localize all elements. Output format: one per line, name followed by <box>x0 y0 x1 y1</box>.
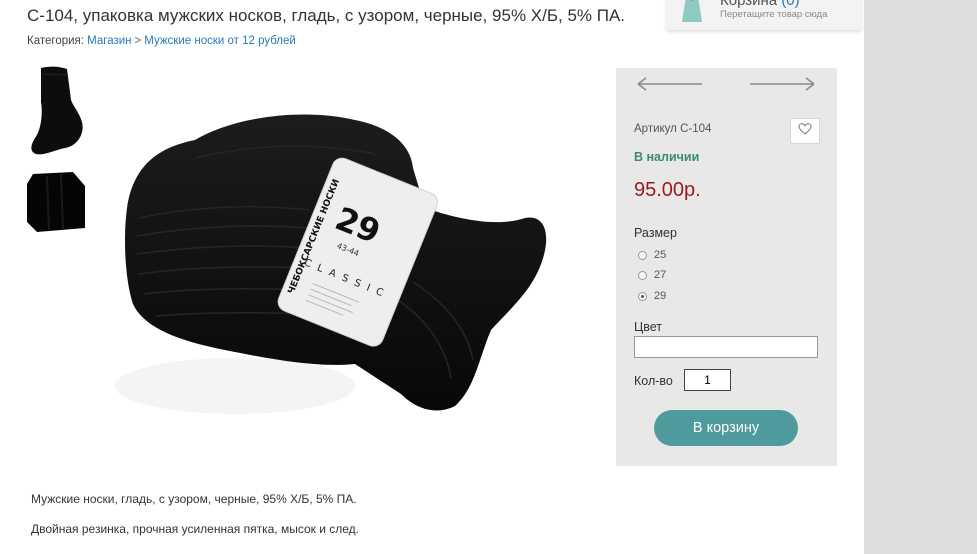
buy-panel: Артикул С-104 В наличии 95.00р. Размер 2… <box>616 68 837 466</box>
size-radio-29[interactable] <box>638 291 647 301</box>
thumbnail-sock-single[interactable] <box>27 66 85 158</box>
quantity-label: Кол-во <box>634 374 673 388</box>
shopping-bag-icon <box>678 0 706 27</box>
product-main-image: 29 43-44 CLASSIC ЧЕБОКСАРСКИЕ НОСКИ <box>95 68 565 428</box>
size-option-label: 29 <box>654 290 667 302</box>
size-label: Размер <box>634 226 677 240</box>
quantity-input[interactable] <box>684 369 731 391</box>
cart-title: Корзина (0) <box>720 0 800 9</box>
stock-status: В наличии <box>634 150 700 164</box>
size-option-label: 25 <box>654 249 667 261</box>
description-line: Двойная резинка, прочная усиленная пятка… <box>31 522 360 536</box>
thumbnail-sock-texture[interactable] <box>27 172 85 234</box>
size-option-25[interactable]: 25 <box>638 249 666 261</box>
color-input[interactable] <box>634 336 818 358</box>
size-radio-25[interactable] <box>638 250 647 260</box>
color-label: Цвет <box>634 320 663 334</box>
breadcrumb-prefix: Категория: <box>27 35 84 47</box>
page-gutter <box>864 0 977 554</box>
product-sku: Артикул С-104 <box>634 123 712 135</box>
size-option-label: 27 <box>654 269 667 281</box>
next-image-arrow-icon[interactable] <box>748 76 816 92</box>
breadcrumb-separator: > <box>134 35 142 47</box>
previous-image-arrow-icon[interactable] <box>636 76 704 92</box>
add-to-cart-button[interactable]: В корзину <box>654 410 798 446</box>
breadcrumb-link-shop[interactable]: Магазин <box>87 35 131 47</box>
breadcrumb-link-men-socks[interactable]: Мужские носки от 12 рублей <box>144 35 296 47</box>
cart-count: (0) <box>781 0 800 9</box>
breadcrumb: Категория: Магазин > Мужские носки от 12 р… <box>27 35 296 47</box>
description-line: Мужские носки, гладь, с узором, черные, … <box>31 492 357 506</box>
size-option-29[interactable]: 29 <box>638 290 666 302</box>
add-to-favorites-button[interactable] <box>790 118 820 144</box>
product-price: 95.00р. <box>634 179 701 201</box>
page-title: С-104, упаковка мужских носков, гладь, с… <box>27 6 626 25</box>
cart-title-label: Корзина <box>720 0 778 9</box>
cart-drop-hint: Перетащите товар сюда <box>720 9 828 20</box>
heart-icon <box>798 122 812 140</box>
cart-widget[interactable]: Корзина (0) Перетащите товар сюда <box>666 0 862 31</box>
size-option-27[interactable]: 27 <box>638 269 666 281</box>
size-radio-27[interactable] <box>638 270 647 280</box>
